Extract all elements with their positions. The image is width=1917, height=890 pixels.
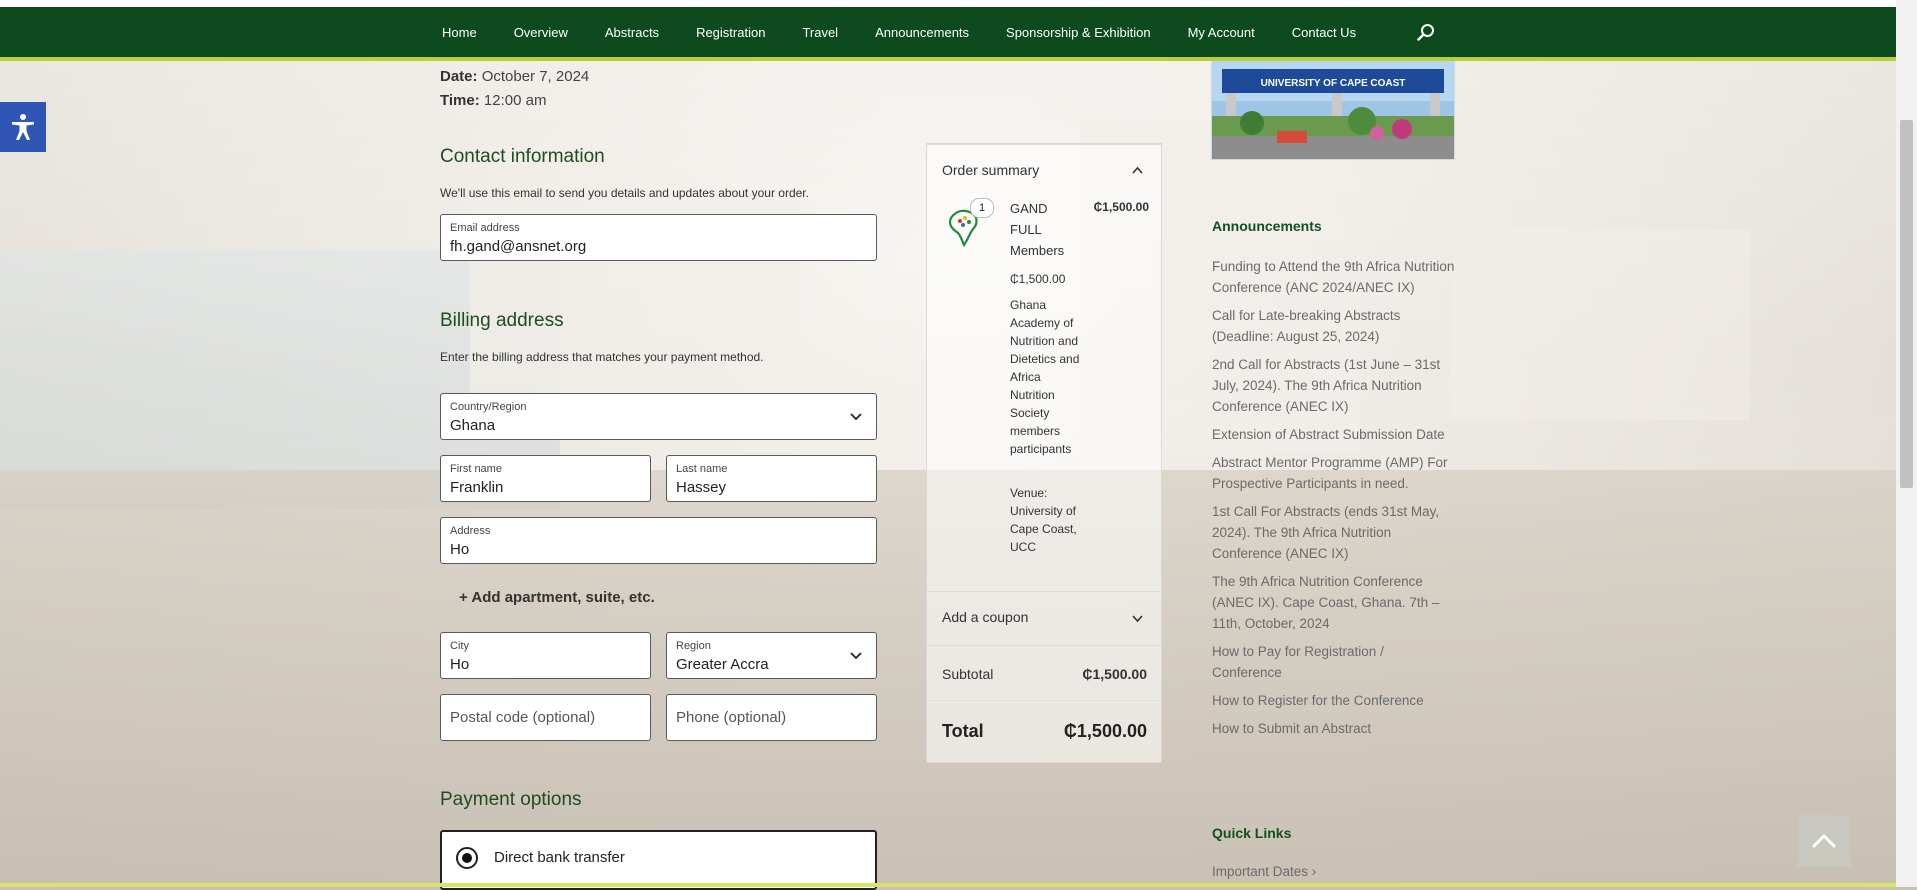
announcement-link[interactable]: How to Submit an Abstract — [1212, 718, 1457, 739]
nav-item-home[interactable]: Home — [442, 25, 477, 40]
total-label: Total — [942, 721, 984, 741]
payment-option-bank-transfer[interactable]: Direct bank transfer — [440, 830, 877, 890]
region-value: Greater Accra — [676, 656, 769, 673]
event-date: Date: October 7, 2024 — [440, 68, 589, 85]
nav-item-registration[interactable]: Registration — [696, 25, 765, 40]
nav-item-travel[interactable]: Travel — [802, 25, 838, 40]
date-value: October 7, 2024 — [481, 68, 590, 85]
nav-item-announcements[interactable]: Announcements — [875, 25, 969, 40]
region-select[interactable]: Region Greater Accra — [666, 632, 877, 679]
announcement-link[interactable]: Funding to Attend the 9th Africa Nutriti… — [1212, 256, 1457, 298]
announcement-link[interactable]: Abstract Mentor Programme (AMP) For Pros… — [1212, 452, 1457, 494]
top-strip — [0, 0, 1917, 7]
product-description: Ghana Academy of Nutrition and Dietetics… — [1010, 298, 1080, 456]
nav-item-my-account[interactable]: My Account — [1188, 25, 1255, 40]
chevron-down-icon — [850, 652, 862, 660]
contact-description: We'll use this email to send you details… — [440, 186, 809, 200]
announcements-heading: Announcements — [1212, 218, 1322, 234]
quick-link-important-dates[interactable]: Important Dates › — [1212, 864, 1316, 879]
back-to-top-button[interactable] — [1798, 815, 1850, 867]
announcement-link[interactable]: The 9th Africa Nutrition Conference (ANE… — [1212, 571, 1457, 634]
country-select[interactable]: Country/Region Ghana — [440, 393, 877, 440]
add-coupon-toggle[interactable]: Add a coupon — [942, 609, 1028, 625]
city-label: City — [450, 640, 469, 652]
nav-item-abstracts[interactable]: Abstracts — [605, 25, 659, 40]
chevron-up-icon[interactable] — [1132, 166, 1143, 174]
announcement-link[interactable]: 2nd Call for Abstracts (1st June – 31st … — [1212, 354, 1457, 417]
product-venue: Venue: University of Cape Coast, UCC — [1010, 486, 1077, 554]
country-label: Country/Region — [450, 401, 527, 413]
phone-field[interactable]: Phone (optional) — [666, 694, 877, 741]
scrollbar-thumb[interactable] — [1900, 120, 1913, 488]
product-price: ₵1,500.00 — [1093, 200, 1149, 214]
postal-code-placeholder: Postal code (optional) — [450, 709, 596, 726]
subtotal-value: ₵1,500.00 — [1082, 666, 1147, 682]
campus-sign-text: UNIVERSITY OF CAPE COAST — [1261, 78, 1406, 89]
postal-code-field[interactable]: Postal code (optional) — [440, 694, 651, 741]
announcement-link[interactable]: Call for Late-breaking Abstracts (Deadli… — [1212, 305, 1457, 347]
accessibility-button[interactable] — [0, 102, 46, 152]
time-value: 12:00 am — [483, 92, 547, 109]
payment-heading: Payment options — [440, 789, 582, 810]
address-label: Address — [450, 525, 491, 537]
country-value: Ghana — [450, 417, 496, 434]
region-label: Region — [676, 640, 711, 652]
order-summary: Order summary 1 GAND FULL Members ₵1,500… — [926, 143, 1162, 763]
nav-item-contact-us[interactable]: Contact Us — [1292, 25, 1356, 40]
last-name-value: Hassey — [676, 479, 727, 496]
announcement-link[interactable]: 1st Call For Abstracts (ends 31st May, 2… — [1212, 501, 1457, 564]
main-nav: Home Overview Abstracts Registration Tra… — [0, 7, 1896, 61]
announcement-link[interactable]: How to Register for the Conference — [1212, 690, 1457, 711]
total-value: ₵1,500.00 — [1063, 721, 1147, 741]
search-icon[interactable] — [1417, 23, 1435, 41]
announcement-link[interactable]: Extension of Abstract Submission Date — [1212, 424, 1457, 445]
time-label: Time: — [440, 92, 480, 109]
billing-description: Enter the billing address that matches y… — [440, 350, 764, 364]
product-name: GAND FULL Members — [1010, 201, 1065, 258]
quick-links-heading: Quick Links — [1212, 825, 1292, 841]
email-value: fh.gand@ansnet.org — [450, 238, 587, 255]
page-scrollbar[interactable] — [1896, 0, 1917, 887]
date-label: Date: — [440, 68, 478, 85]
announcement-link[interactable]: How to Pay for Registration / Conference — [1212, 641, 1457, 683]
nav-item-sponsorship[interactable]: Sponsorship & Exhibition — [1006, 25, 1151, 40]
subtotal-label: Subtotal — [942, 666, 994, 682]
city-value: Ho — [450, 656, 470, 673]
billing-heading: Billing address — [440, 310, 564, 331]
chevron-down-icon[interactable] — [1132, 615, 1143, 623]
order-summary-heading[interactable]: Order summary — [942, 162, 1039, 178]
first-name-label: First name — [450, 463, 502, 475]
nav-item-overview[interactable]: Overview — [514, 25, 568, 40]
add-apartment-link[interactable]: + Add apartment, suite, etc. — [459, 589, 655, 606]
bottom-strip — [0, 883, 1896, 887]
last-name-label: Last name — [676, 463, 728, 475]
contact-heading: Contact information — [440, 146, 605, 167]
chevron-up-icon — [1811, 833, 1837, 849]
email-label: Email address — [450, 222, 520, 234]
announcements-list: Funding to Attend the 9th Africa Nutriti… — [1212, 256, 1457, 746]
campus-gate-image: UNIVERSITY OF CAPE COAST — [1211, 60, 1455, 160]
city-field[interactable]: City Ho — [440, 632, 651, 679]
radio-selected[interactable] — [456, 847, 478, 869]
first-name-value: Franklin — [450, 479, 504, 496]
payment-option-label: Direct bank transfer — [494, 849, 625, 866]
address-value: Ho — [450, 541, 470, 558]
quantity-badge: 1 — [970, 198, 994, 218]
product-unit-price: ₵1,500.00 — [1010, 272, 1066, 286]
event-time: Time: 12:00 am — [440, 92, 546, 109]
chevron-down-icon — [850, 413, 862, 421]
phone-placeholder: Phone (optional) — [676, 709, 787, 726]
accessibility-icon — [12, 114, 34, 140]
last-name-field[interactable]: Last name Hassey — [666, 455, 877, 502]
address-field[interactable]: Address Ho — [440, 517, 877, 564]
first-name-field[interactable]: First name Franklin — [440, 455, 651, 502]
email-field[interactable]: Email address fh.gand@ansnet.org — [440, 214, 877, 261]
